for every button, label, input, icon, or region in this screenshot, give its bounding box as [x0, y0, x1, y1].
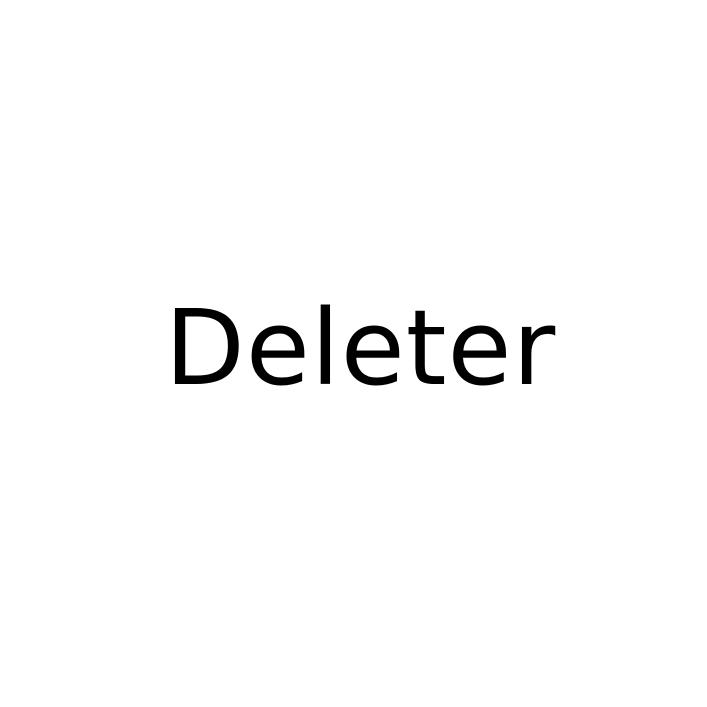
canvas: Deleter [0, 0, 707, 707]
center-word: Deleter [164, 287, 557, 409]
